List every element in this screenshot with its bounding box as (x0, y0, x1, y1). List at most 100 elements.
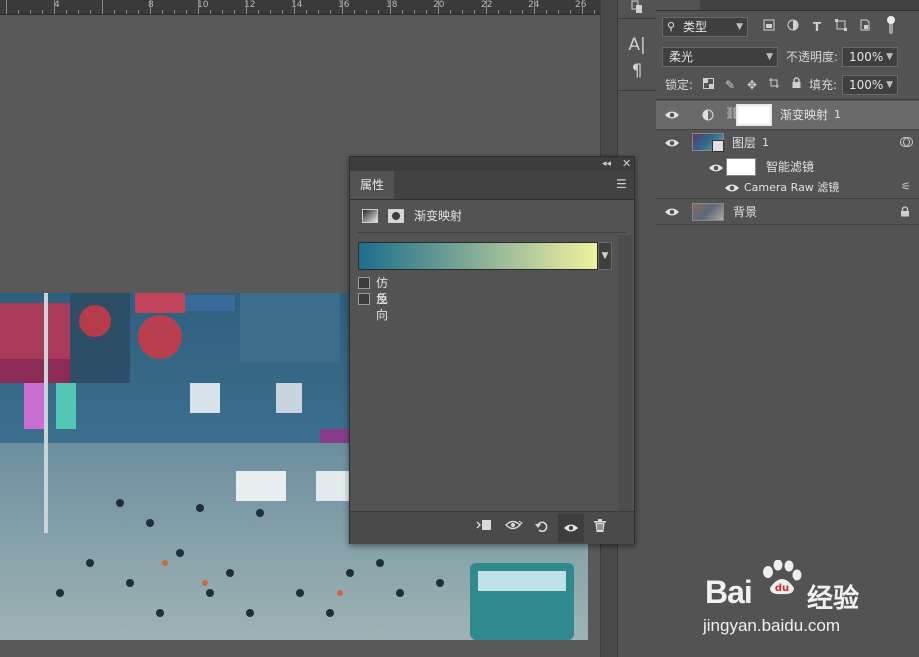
reverse-label: 反向 (376, 292, 389, 322)
gradient-picker[interactable] (358, 242, 598, 270)
ruler-tick (570, 10, 571, 14)
lock-transparent-pixels-icon[interactable] (700, 75, 716, 95)
search-icon: ⚲ (667, 20, 676, 33)
visibility-eye-icon[interactable] (724, 181, 740, 195)
opacity-input[interactable]: 100% ▼ (842, 47, 898, 67)
layer-filter-dropdown[interactable]: ⚲ 类型 ▼ (662, 17, 748, 37)
ruler-tick (150, 0, 151, 14)
lock-image-pixels-icon[interactable]: ✎ (722, 75, 738, 95)
ruler-tick (510, 10, 511, 14)
ruler-tick (198, 0, 199, 14)
chevron-down-icon: ▼ (601, 251, 609, 261)
visibility-eye-icon[interactable] (664, 136, 680, 150)
fill-label: 填充: (809, 78, 838, 92)
ruler-label: 14 (291, 0, 303, 10)
layer-row-layer-1[interactable]: 图层 1 (656, 130, 919, 152)
ruler-tick (18, 10, 19, 14)
fill-value: 100% (849, 78, 884, 92)
adjustment-layer-icon (702, 109, 714, 121)
ruler-tick (462, 10, 463, 14)
ruler-tick (390, 0, 391, 14)
gradient-dropdown-button[interactable]: ▼ (598, 242, 612, 270)
smart-filters-row[interactable]: 智能滤镜 (656, 156, 919, 178)
gradient-map-icon[interactable] (362, 209, 378, 223)
layer-name-suffix: 1 (834, 108, 841, 121)
ruler-tick (6, 0, 7, 14)
layer-name: 智能滤镜 (766, 160, 815, 174)
lock-position-icon[interactable]: ✥ (744, 75, 760, 95)
collapse-panel-icon[interactable]: ◂◂ (602, 158, 611, 170)
ruler-tick (594, 10, 595, 14)
ruler-tick (450, 10, 451, 14)
dither-checkbox[interactable] (358, 277, 370, 289)
properties-scrollbar[interactable] (618, 235, 632, 513)
layer-name: 图层 (732, 136, 757, 150)
ruler-tick (138, 10, 139, 14)
properties-titlebar[interactable]: ◂◂ ✕ (350, 157, 634, 171)
pixel-layer-filter-icon[interactable] (760, 17, 778, 37)
paragraph-panel-icon[interactable]: ¶ (618, 60, 656, 82)
view-previous-state-icon[interactable] (504, 519, 524, 537)
properties-divider (358, 232, 626, 233)
ruler-tick (414, 10, 415, 14)
layers-tab[interactable] (656, 0, 700, 10)
ruler-tick (486, 0, 487, 14)
blend-mode-dropdown[interactable]: 柔光 ▼ (662, 47, 778, 67)
reset-adjustment-icon[interactable] (532, 519, 552, 537)
ruler-tick (378, 10, 379, 14)
delete-trash-icon[interactable] (590, 519, 610, 537)
filter-toggle-icon[interactable] (884, 15, 898, 41)
ruler-tick (30, 10, 31, 14)
visibility-eye-icon[interactable] (664, 108, 680, 122)
brush-preset-icon[interactable] (618, 0, 656, 19)
layer-mask-thumbnail[interactable] (736, 104, 772, 126)
layer-row-gradient-map[interactable]: ⛓ 渐变映射 1 (656, 101, 919, 130)
watermark-brand-left: Bai (705, 574, 753, 610)
ruler-tick (498, 10, 499, 14)
layers-panel-tabbar (656, 0, 919, 11)
ruler-tick (582, 0, 583, 14)
baidu-jingyan-watermark: du Bai 经验 jingyan.baidu.com (703, 560, 913, 640)
ruler-tick (438, 0, 439, 14)
ruler-tick (330, 10, 331, 14)
panel-menu-icon[interactable]: ☰ (616, 177, 627, 191)
clip-to-layer-icon[interactable] (474, 519, 494, 537)
lock-label: 锁定: (665, 78, 694, 92)
ruler-tick (402, 10, 403, 14)
type-layer-filter-icon[interactable]: T (808, 17, 826, 37)
layer-name: Camera Raw 滤镜 (744, 181, 840, 194)
smart-filter-mask-thumbnail[interactable] (726, 158, 756, 176)
ruler-tick (246, 0, 247, 14)
fill-input[interactable]: 100% ▼ (842, 75, 898, 95)
character-panel-icon[interactable]: A| (618, 34, 656, 56)
ruler-tick (534, 0, 535, 14)
close-icon[interactable]: ✕ (622, 157, 631, 170)
svg-text:du: du (775, 583, 789, 594)
baidu-paw-logo-icon: du (763, 560, 802, 595)
filter-blending-options-icon[interactable]: ⚟ (901, 180, 911, 193)
layer-thumbnail[interactable] (692, 203, 724, 221)
adjustment-title: 渐变映射 (414, 209, 463, 223)
camera-raw-filter-row[interactable]: Camera Raw 滤镜 ⚟ (656, 178, 919, 199)
layer-mask-icon[interactable] (388, 209, 404, 223)
layer-row-background[interactable]: 背景 (656, 200, 919, 225)
visibility-eye-icon[interactable] (664, 205, 680, 219)
smart-filter-indicator-icon (900, 137, 913, 147)
ruler-tick (90, 10, 91, 14)
ruler-tick (342, 0, 343, 14)
filter-kind-label: 类型 (683, 20, 708, 34)
smart-object-filter-icon[interactable] (856, 17, 874, 37)
adjustment-layer-filter-icon[interactable] (784, 17, 802, 37)
tab-properties[interactable]: 属性 (350, 171, 394, 199)
ruler-tick (66, 10, 67, 14)
ruler-tick (186, 10, 187, 14)
toggle-visibility-button[interactable] (558, 514, 584, 542)
lock-all-icon[interactable] (788, 75, 804, 95)
shape-layer-filter-icon[interactable] (832, 17, 850, 37)
visibility-eye-icon[interactable] (708, 161, 724, 175)
reverse-checkbox[interactable] (358, 293, 370, 305)
ruler-tick (270, 10, 271, 14)
ruler-tick (54, 0, 55, 14)
lock-artboard-icon[interactable] (766, 75, 782, 95)
ruler-tick (282, 10, 283, 14)
